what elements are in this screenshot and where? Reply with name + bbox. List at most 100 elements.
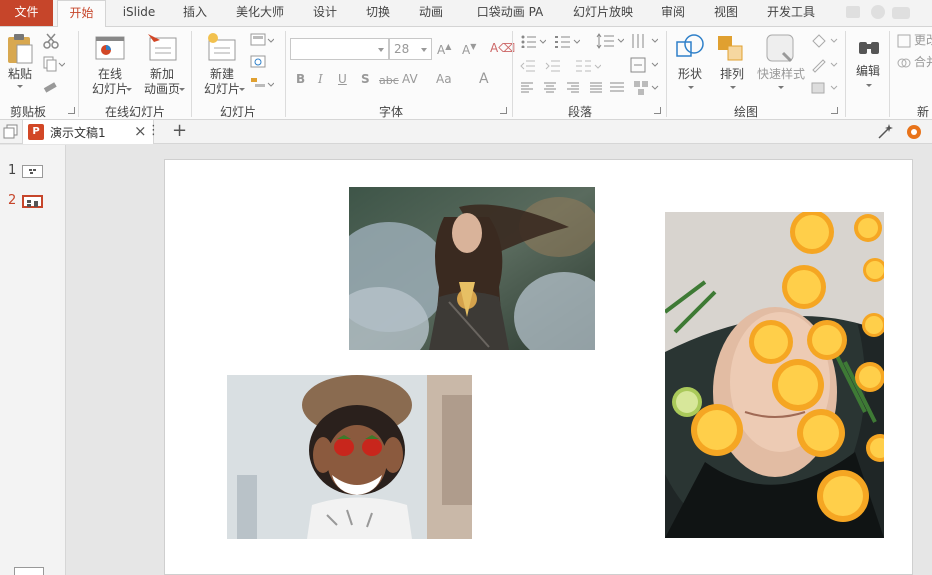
separator (191, 31, 192, 117)
font-size-value: 28 (394, 42, 410, 56)
window-switch-icon[interactable] (3, 124, 19, 143)
font-size-select[interactable]: 28 (389, 38, 432, 60)
tab-pocket-animation[interactable]: 口袋动画 PA (472, 0, 548, 26)
arrange-label[interactable]: 排列 (714, 67, 750, 82)
merge-label[interactable]: 合并 (914, 55, 932, 70)
numbering-icon[interactable] (554, 34, 581, 51)
slide-thumbnail-2-selected[interactable] (22, 195, 43, 208)
align-left-icon[interactable] (520, 82, 534, 97)
layout-icon[interactable] (250, 33, 275, 50)
slide-thumbnail-1[interactable] (22, 165, 43, 178)
clipboard-launcher-icon[interactable] (68, 107, 75, 114)
slide-number-1: 1 (8, 163, 17, 178)
editing-label[interactable]: 编辑 (852, 64, 884, 79)
decrease-font-icon[interactable]: A▼ (462, 42, 476, 57)
settings-gear-icon[interactable] (905, 123, 923, 144)
tab-home[interactable]: 开始 (57, 0, 106, 27)
text-direction-icon[interactable] (630, 33, 659, 52)
shape-effects-icon[interactable] (810, 80, 838, 99)
drawing-launcher-icon[interactable] (831, 107, 838, 114)
slide-number-2: 2 (8, 193, 17, 208)
shapes-icon[interactable] (674, 32, 706, 67)
tab-review[interactable]: 审阅 (655, 0, 691, 26)
shapes-label[interactable]: 形状 (672, 67, 708, 82)
new-slide-icon[interactable] (205, 32, 237, 65)
slide-canvas[interactable] (164, 159, 913, 575)
paste-dropdown-icon[interactable] (17, 85, 23, 88)
format-painter-icon[interactable] (43, 79, 59, 96)
tab-more-icon[interactable]: ⋮ (147, 123, 160, 138)
shape-outline-icon[interactable] (810, 57, 838, 76)
paste-icon[interactable] (6, 33, 34, 68)
tab-design[interactable]: 设计 (307, 0, 343, 26)
arrange-dropdown-icon[interactable] (730, 86, 736, 89)
change-case-icon[interactable]: Aa (436, 72, 452, 86)
find-binoculars-icon[interactable] (857, 36, 881, 61)
section-icon[interactable] (250, 77, 275, 94)
new-animation-page-icon[interactable] (146, 32, 178, 65)
tab-transition[interactable]: 切换 (359, 0, 397, 26)
tab-islide[interactable]: iSlide (118, 0, 160, 26)
shapes-dropdown-icon[interactable] (688, 86, 694, 89)
clipboard-group-label: 剪贴板 (10, 105, 47, 119)
italic-icon[interactable]: I (318, 72, 323, 86)
line-spacing-icon[interactable] (596, 33, 625, 52)
new-animation-page-dropdown-icon[interactable] (179, 88, 185, 91)
smartart-icon[interactable] (633, 80, 659, 99)
justify-icon[interactable] (589, 82, 603, 97)
document-tab[interactable]: P 演示文稿1 × ⋮ (22, 120, 160, 144)
woman-strawberries-hat-photo[interactable] (227, 375, 472, 539)
woman-wind-foliage-photo[interactable] (349, 187, 595, 350)
paragraph-launcher-icon[interactable] (654, 107, 661, 114)
tab-file[interactable]: 文件 (0, 0, 53, 26)
distribute-icon[interactable] (609, 82, 625, 97)
magic-wand-icon[interactable] (876, 123, 894, 144)
increase-indent-icon[interactable] (545, 59, 561, 76)
close-tab-icon[interactable]: × (134, 122, 147, 140)
font-launcher-icon[interactable] (500, 107, 507, 114)
change-icon[interactable] (897, 34, 911, 51)
bold-icon[interactable]: B (296, 72, 305, 86)
quick-style-dropdown-icon[interactable] (778, 86, 784, 89)
tab-beautify[interactable]: 美化大师 (230, 0, 290, 26)
cut-icon[interactable] (43, 33, 59, 52)
bullets-icon[interactable] (520, 34, 547, 51)
quick-style-icon[interactable] (765, 33, 797, 68)
new-slide-dropdown-icon[interactable] (239, 88, 245, 91)
increase-font-icon[interactable]: A▲ (437, 42, 451, 57)
online-slide-dropdown-icon[interactable] (126, 88, 132, 91)
paste-label[interactable]: 粘贴 (6, 67, 34, 82)
copy-icon[interactable] (43, 56, 66, 75)
online-slide-label[interactable]: 在线 幻灯片 (84, 67, 136, 97)
columns-icon[interactable] (575, 59, 602, 76)
decrease-indent-icon[interactable] (520, 59, 536, 76)
tab-developer[interactable]: 开发工具 (762, 0, 820, 26)
new-tab-icon[interactable]: + (172, 120, 187, 141)
arrange-icon[interactable] (716, 34, 746, 67)
shape-fill-icon[interactable] (810, 33, 838, 52)
new-animation-page-label[interactable]: 新加 动画页 (136, 67, 188, 97)
char-spacing-icon[interactable]: AV (402, 72, 418, 86)
tab-insert[interactable]: 插入 (176, 0, 214, 26)
tab-view[interactable]: 视图 (708, 0, 744, 26)
reset-slide-icon[interactable] (250, 55, 266, 72)
strikethrough-icon[interactable]: abc (379, 74, 399, 87)
add-slide-button[interactable] (14, 567, 44, 575)
quick-style-label[interactable]: 快速样式 (755, 67, 807, 82)
shadow-icon[interactable]: S (361, 72, 370, 86)
font-name-select[interactable] (290, 38, 389, 60)
separator (889, 31, 890, 117)
new-slide-label[interactable]: 新建 幻灯片 (196, 67, 248, 97)
merge-icon[interactable] (897, 56, 911, 73)
woman-oranges-bath-photo[interactable] (665, 212, 884, 538)
align-center-icon[interactable] (543, 82, 557, 97)
tab-animation[interactable]: 动画 (412, 0, 450, 26)
online-slide-icon[interactable] (95, 35, 125, 64)
tab-slideshow[interactable]: 幻灯片放映 (569, 0, 637, 26)
change-label[interactable]: 更改 (914, 33, 932, 48)
underline-icon[interactable]: U (338, 72, 347, 86)
editing-dropdown-icon[interactable] (866, 84, 872, 87)
align-right-icon[interactable] (566, 82, 580, 97)
font-color-icon[interactable]: A (479, 71, 489, 87)
align-text-icon[interactable] (630, 57, 659, 76)
